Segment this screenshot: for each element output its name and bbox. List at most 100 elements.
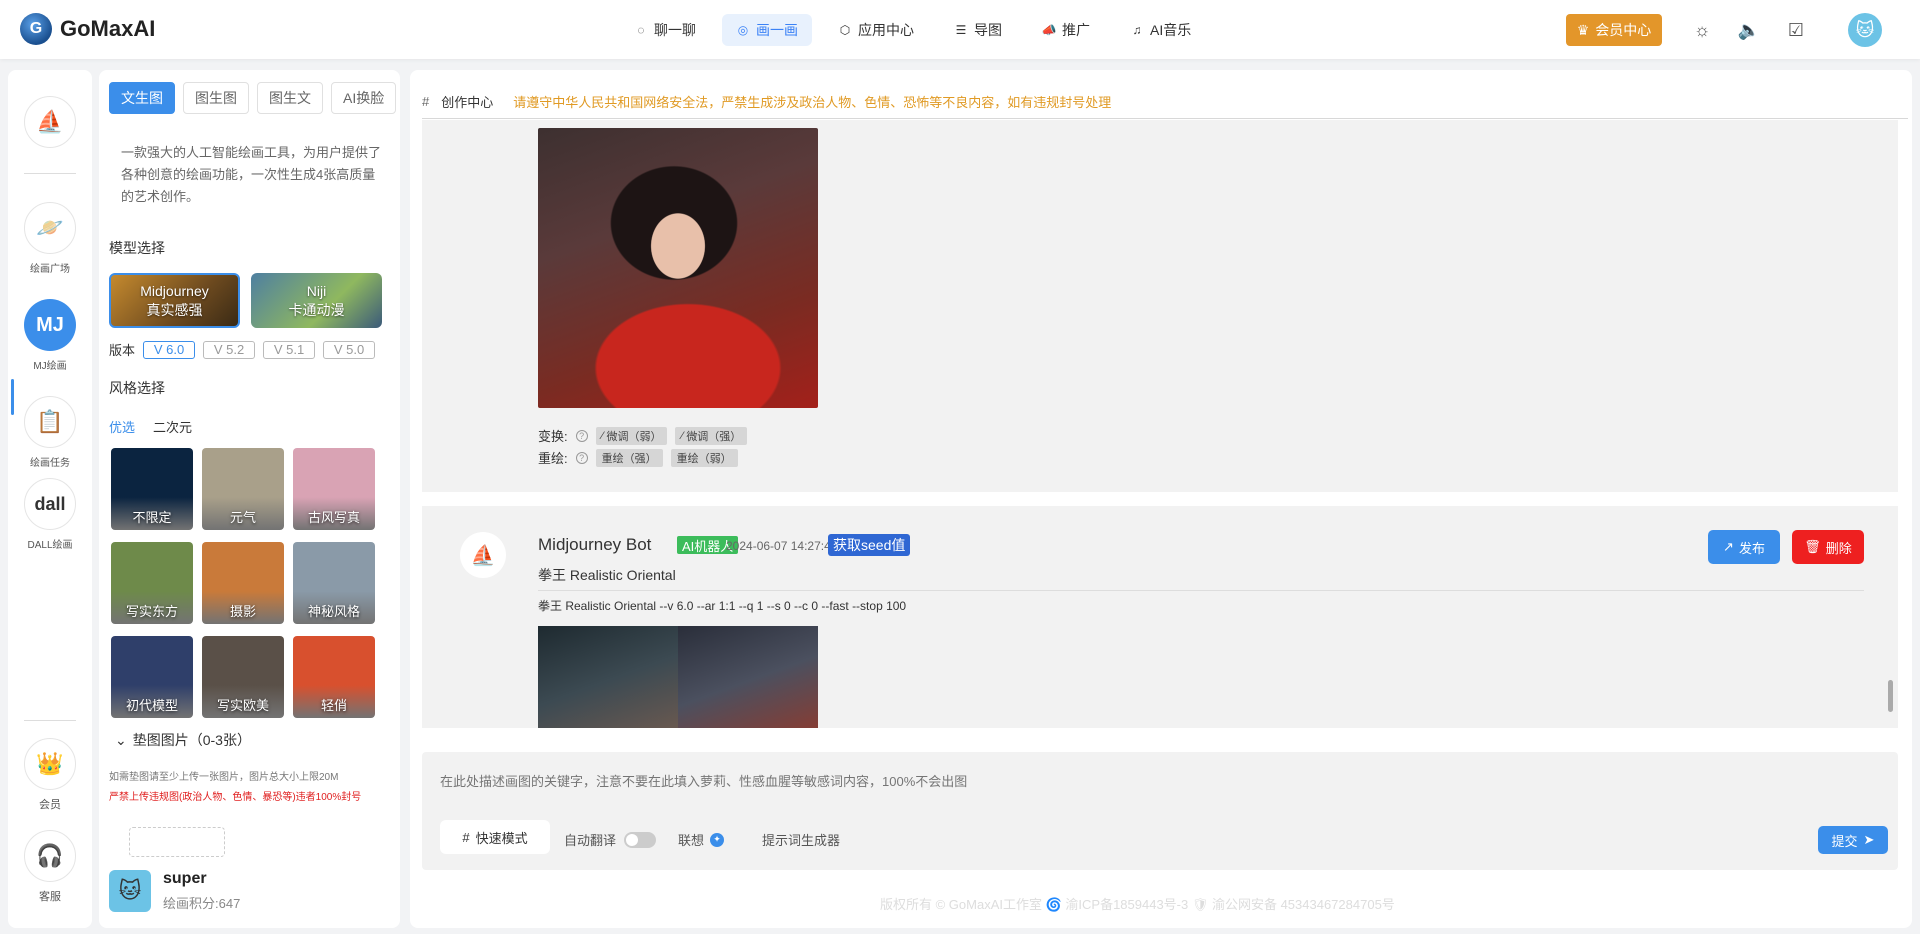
nav-label: 推广 (1062, 22, 1090, 38)
vip-center-button[interactable]: ♛ 会员中心 (1566, 14, 1662, 46)
user-points: 绘画积分:647 (163, 896, 241, 911)
chat-scrollbar[interactable] (1888, 680, 1893, 712)
chip-label: 重绘（弱） (676, 452, 732, 465)
theme-toggle-icon[interactable]: ☼ (1690, 18, 1714, 42)
redraw-button[interactable]: 重绘（弱） (670, 448, 738, 467)
grid-image[interactable] (538, 626, 678, 728)
style-card[interactable]: 元气 (202, 448, 284, 530)
help-icon[interactable]: ? (575, 451, 588, 464)
version-chip[interactable]: V 6.0 (143, 340, 196, 359)
nav-promote[interactable]: 📣 推广 (1028, 14, 1104, 46)
tool-description: 一款强大的人工智能绘画工具，为用户提供了各种创意的绘画功能，一次性生成4张高质量… (121, 145, 382, 204)
style-card[interactable]: 写实欧美 (202, 636, 284, 718)
nav-label: 聊一聊 (654, 22, 696, 38)
submit-label: 提交 (1831, 833, 1858, 849)
variation-button[interactable]: ⁄ 微调（弱） (595, 426, 668, 445)
get-seed-button[interactable]: 获取seed值 (828, 534, 911, 556)
checkin-icon[interactable]: ☑ (1784, 18, 1808, 42)
style-card[interactable]: 神秘风格 (293, 542, 375, 624)
style-card[interactable]: 摄影 (202, 542, 284, 624)
help-icon[interactable]: ? (575, 429, 588, 442)
rail-label: 会员 (39, 799, 61, 811)
nav-ai-music[interactable]: ♫ AI音乐 (1116, 14, 1205, 46)
style-label: 写实东方 (125, 604, 178, 619)
grid-image[interactable] (678, 626, 818, 728)
tab-image-to-text[interactable]: 图生文 (257, 82, 323, 114)
sound-icon[interactable]: 🔈 (1737, 18, 1761, 42)
settings-panel: 文生图 图生图 图生文 AI换脸 一款强大的人工智能绘画工具，为用户提供了各种创… (99, 70, 400, 928)
prompt-input-area: # 快速模式 自动翻译 联想 ✦ 提示词生成器 提交 ➤ (422, 752, 1898, 870)
image-grid[interactable] (538, 626, 818, 728)
compliance-warning: 请遵守中华人民共和国网络安全法，严禁生成涉及政治人物、色情、恐怖等不良内容，如有… (513, 95, 1112, 110)
rail-item-tasks[interactable]: 📋 绘画任务 (24, 396, 76, 469)
wand-icon: ⁄ (601, 429, 604, 442)
crown-icon: ♛ (1576, 21, 1590, 38)
quick-mode-button[interactable]: # 快速模式 (440, 820, 550, 854)
vip-label: 会员中心 (1595, 22, 1652, 38)
redraw-button[interactable]: 重绘（强） (595, 448, 663, 467)
redraw-label: 重绘: (538, 451, 568, 466)
main-area: # 创作中心 请遵守中华人民共和国网络安全法，严禁生成涉及政治人物、色情、恐怖等… (410, 70, 1912, 928)
upload-dropzone[interactable] (129, 827, 225, 857)
nav-chat[interactable]: ◌ 聊一聊 (620, 14, 710, 46)
variation-label: 变换: (538, 429, 568, 444)
mindmap-icon: ☰ (955, 23, 967, 37)
rail-item-dall[interactable]: dall DALL绘画 (24, 478, 76, 551)
variation-button[interactable]: ⁄ 微调（强） (675, 426, 748, 445)
style-tab-preferred[interactable]: 优选 (109, 417, 135, 436)
user-avatar[interactable]: 🐱 (1848, 13, 1882, 47)
style-card[interactable]: 轻俏 (293, 636, 375, 718)
chat-area[interactable]: 变换: ? ⁄ 微调（弱） ⁄ 微调（强） 重绘: ? 重绘（强） 重绘（弱） ⛵ … (422, 120, 1898, 728)
nav-mindmap[interactable]: ☰ 导图 (940, 14, 1016, 46)
prompt-generator-link[interactable]: 提示词生成器 (762, 830, 840, 849)
style-card[interactable]: 初代模型 (111, 636, 193, 718)
upload-note: 如需垫图请至少上传一张图片，图片总大小上限20M (109, 772, 339, 783)
hash-icon: # (462, 829, 470, 845)
dall-icon: dall (24, 478, 76, 530)
rail-item-mj[interactable]: MJ MJ绘画 (24, 299, 76, 372)
delete-label: 删除 (1825, 540, 1852, 556)
model-card-midjourney[interactable]: Midjourney 真实感强 (109, 273, 240, 328)
publish-button[interactable]: ↗ 发布 (1708, 530, 1780, 564)
upload-toggle[interactable]: ⌄ 垫图图片（0-3张） (115, 730, 251, 750)
style-tabs: 优选 二次元 (109, 417, 192, 436)
tab-face-swap[interactable]: AI换脸 (331, 82, 397, 114)
app-name: GoMaxAI (60, 16, 156, 41)
model-card-niji[interactable]: Niji 卡通动漫 (251, 273, 382, 328)
tab-image-to-image[interactable]: 图生图 (183, 82, 249, 114)
trash-icon: 🗑 (1804, 539, 1821, 554)
style-card[interactable]: 古风写真 (293, 448, 375, 530)
page-title: 创作中心 (441, 95, 494, 110)
rail-logo[interactable]: ⛵ (24, 96, 76, 148)
cube-icon: ⬡ (839, 23, 851, 37)
associate-button[interactable]: 联想 ✦ (678, 830, 725, 849)
nav-app-center[interactable]: ⬡ 应用中心 (824, 14, 928, 46)
style-card[interactable]: 写实东方 (111, 542, 193, 624)
auto-translate-toggle[interactable] (624, 831, 657, 848)
upload-warning: 严禁上传违规图(政治人物、色情、暴恐等)违者100%封号 (109, 792, 362, 803)
rail-divider (24, 720, 76, 721)
tab-text-to-image[interactable]: 文生图 (109, 82, 175, 114)
generated-image[interactable] (538, 128, 818, 408)
rail-item-member[interactable]: 👑 会员 (24, 738, 76, 812)
nav-label: 导图 (974, 22, 1002, 38)
submit-button[interactable]: 提交 ➤ (1818, 826, 1888, 854)
bot-avatar-sailboat-icon: ⛵ (460, 532, 506, 578)
app-logo[interactable]: G GoMaxAI (20, 13, 155, 45)
rail-label: 绘画广场 (30, 264, 70, 275)
version-chip[interactable]: V 5.0 (323, 340, 376, 359)
nav-draw[interactable]: ◎ 画一画 (722, 14, 812, 46)
delete-button[interactable]: 🗑 删除 (1792, 530, 1864, 564)
version-chip[interactable]: V 5.2 (203, 340, 256, 359)
upload-title: 垫图图片（0-3张） (132, 732, 251, 748)
nav-label: 应用中心 (858, 22, 914, 38)
prompt-input[interactable] (440, 774, 1840, 789)
version-chip[interactable]: V 5.1 (263, 340, 316, 359)
style-card[interactable]: 不限定 (111, 448, 193, 530)
rail-item-support[interactable]: 🎧 客服 (24, 830, 76, 904)
rail-label: 绘画任务 (30, 458, 70, 469)
style-tab-anime[interactable]: 二次元 (153, 417, 192, 436)
rail-item-gallery[interactable]: 🪐 绘画广场 (24, 202, 76, 275)
style-label: 写实欧美 (216, 698, 269, 713)
planet-icon: 🪐 (24, 202, 76, 254)
